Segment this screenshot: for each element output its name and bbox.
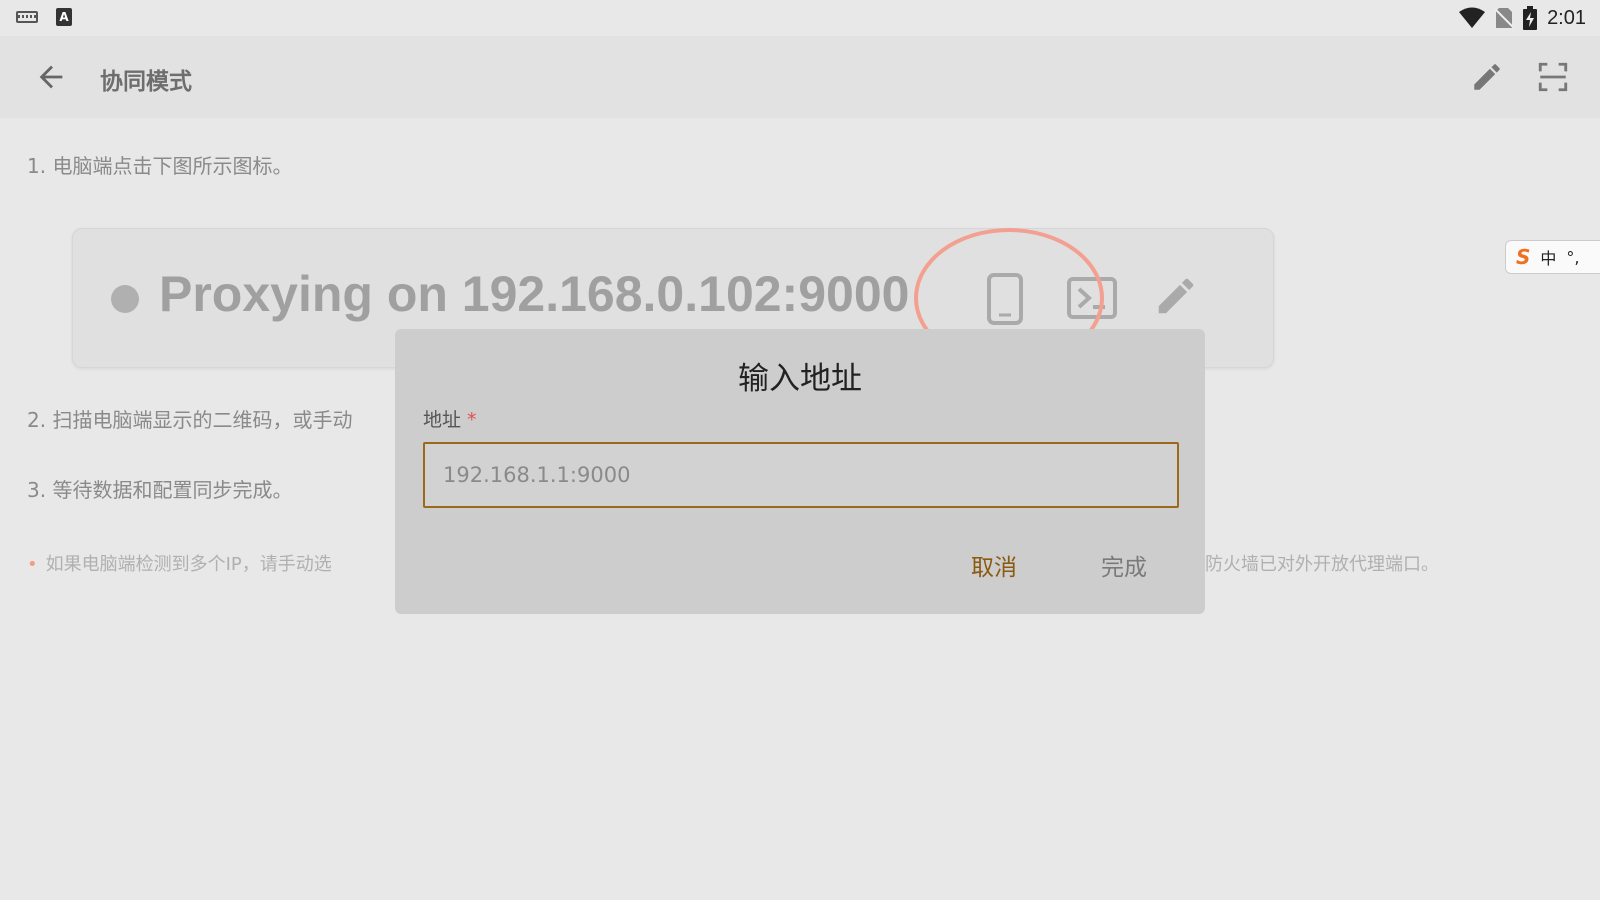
step-3-text: 3. 等待数据和配置同步完成。 — [27, 478, 293, 502]
input-method-icon: A — [56, 8, 72, 26]
address-input[interactable] — [423, 442, 1179, 508]
status-dot — [111, 285, 139, 313]
clock: 2:01 — [1547, 6, 1586, 29]
cancel-button[interactable]: 取消 — [965, 547, 1023, 583]
battery-charging-icon — [1523, 6, 1538, 30]
keyboard-icon — [16, 11, 38, 23]
ime-lang[interactable]: 中 — [1540, 245, 1556, 269]
wifi-icon — [1459, 7, 1486, 28]
step-1-text: 1. 电脑端点击下图所示图标。 — [27, 154, 293, 178]
ime-punct-icon[interactable]: °, — [1566, 248, 1579, 267]
bullet-dot: • — [27, 554, 38, 575]
required-mark: * — [467, 409, 477, 431]
status-left: A — [16, 8, 72, 26]
dialog-title: 输入地址 — [738, 361, 862, 397]
page-title: 协同模式 — [100, 69, 192, 95]
sogou-logo-icon[interactable]: S — [1516, 245, 1530, 269]
edit-icon[interactable] — [1470, 60, 1504, 94]
pencil-icon — [1158, 278, 1194, 314]
no-sim-icon — [1495, 8, 1514, 28]
note-left: 如果电脑端检测到多个IP，请手动选 — [45, 554, 332, 575]
app-bar: 协同模式 — [0, 36, 1600, 118]
back-arrow-icon[interactable] — [34, 60, 68, 94]
done-button[interactable]: 完成 — [1095, 547, 1153, 583]
status-bar: A 2:01 — [0, 0, 1600, 36]
address-label-text: 地址 — [423, 409, 462, 431]
ime-toolbar[interactable]: S 中 °, — [1505, 240, 1600, 274]
step-2-text: 2. 扫描电脑端显示的二维码，或手动 — [27, 408, 353, 432]
proxy-text: Proxying on 192.168.0.102:9000 — [159, 266, 910, 322]
status-right: 2:01 — [1459, 6, 1586, 30]
note-text: • 如果电脑端检测到多个IP，请手动选 — [27, 550, 332, 576]
address-dialog: 输入地址 地址* 取消 完成 — [395, 329, 1205, 614]
scan-icon[interactable] — [1536, 60, 1570, 94]
address-label: 地址 * — [423, 405, 477, 432]
note-right: 防火墙已对外开放代理端口。 — [1205, 554, 1439, 575]
